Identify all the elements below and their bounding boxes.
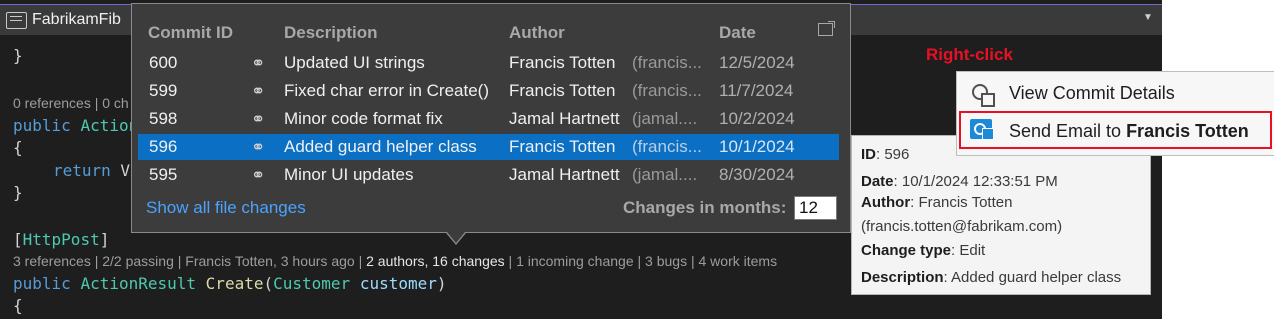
commit-row[interactable]: 599 Fixed char error in Create() Francis T… (138, 78, 839, 104)
commit-date: 10/1/2024 (719, 137, 795, 156)
commit-author-email: (jamal.... (632, 109, 698, 128)
right-click-annotation: Right-click (926, 45, 1013, 64)
commit-icon: ⚭ (251, 166, 266, 185)
code-line: } (13, 46, 23, 65)
header-date[interactable]: Date (719, 23, 756, 43)
commit-date: 12/5/2024 (719, 53, 795, 72)
type-name: ActionResult (80, 274, 197, 293)
code-line: } (13, 183, 23, 202)
commit-row[interactable]: 598 Minor code format fix Jamal Hartnett (j… (138, 106, 839, 132)
keyword: return (53, 161, 111, 180)
codelens-tests[interactable]: 2/2 passing (102, 253, 174, 269)
commit-description: Added guard helper class (284, 137, 477, 156)
commit-author-email: (francis... (632, 137, 702, 156)
changes-in-months-input[interactable] (794, 196, 837, 220)
commit-author: Francis Totten (509, 137, 616, 156)
file-tab-title[interactable]: FabrikamFib (32, 11, 121, 29)
commit-author: Francis Totten (509, 81, 616, 100)
send-email-prefix: Send Email to (1009, 121, 1127, 141)
header-description[interactable]: Description (284, 23, 378, 43)
commit-tooltip: ID: 596 Date: 10/1/2024 12:33:51 PM Auth… (851, 135, 1151, 295)
commit-description: Minor code format fix (284, 109, 443, 128)
commit-date: 8/30/2024 (719, 165, 795, 184)
code-text: V (110, 161, 131, 180)
tooltip-date-value: : 10/1/2024 12:33:51 PM (893, 173, 1058, 190)
commit-author: Jamal Hartnett (509, 109, 620, 128)
commit-id: 598 (149, 109, 178, 128)
code-line: { (13, 138, 23, 157)
code-line: [HttpPost] (13, 230, 110, 249)
commit-details-icon (972, 84, 995, 107)
commit-author-email: (francis... (632, 81, 702, 100)
chevron-down-icon[interactable]: ▼ (1143, 12, 1153, 23)
commit-author-email: (jamal.... (632, 165, 698, 184)
commit-id: 596 (149, 137, 178, 156)
codelens-authors-changes[interactable]: 2 authors, 16 changes (366, 253, 505, 269)
commit-author: Francis Totten (509, 53, 616, 72)
commit-id: 600 (149, 53, 178, 72)
tooltip-id-label: ID (861, 146, 876, 163)
commit-row[interactable]: 595 Minor UI updates Jamal Hartnett (jamal.… (138, 162, 839, 188)
commit-description: Minor UI updates (284, 165, 414, 184)
keyword: public (13, 274, 71, 293)
commit-author-email: (francis... (632, 53, 702, 72)
commit-date: 11/7/2024 (719, 81, 794, 100)
menu-item-label: Send Email to Francis Totten (1009, 121, 1249, 142)
codelens-last-change[interactable]: Francis Totten, 3 hours ago (185, 253, 354, 269)
type-name: Customer (273, 274, 351, 293)
commit-icon: ⚭ (251, 138, 266, 157)
method-name: Create (205, 274, 264, 293)
context-menu: View Commit Details Send Email to Franci… (956, 71, 1274, 156)
code-line: { (13, 296, 23, 315)
codelens-bugs[interactable]: 3 bugs (645, 253, 687, 269)
commit-author: Jamal Hartnett (509, 165, 620, 184)
commit-row[interactable]: 596 Added guard helper class Francis Totte… (138, 134, 839, 160)
code-line: public Action (13, 116, 138, 135)
file-icon (6, 12, 27, 29)
commit-history-popup: Commit ID Description Author Date 600 Upd… (131, 3, 851, 245)
type-name: Action (80, 116, 139, 135)
tooltip-date-label: Date (861, 173, 894, 190)
commit-description: Fixed char error in Create() (284, 81, 490, 100)
commit-description: Updated UI strings (284, 53, 425, 72)
commit-row[interactable]: 600 Updated UI strings Francis Totten (fran… (138, 50, 839, 76)
codelens-references[interactable]: 3 references (13, 253, 91, 269)
popout-icon[interactable] (818, 21, 835, 36)
tooltip-change-value: : Edit (951, 242, 986, 259)
tooltip-id-value: : 596 (876, 146, 910, 163)
send-email-icon (970, 119, 994, 140)
menu-item-view-commit-details[interactable]: View Commit Details (957, 74, 1274, 112)
send-email-recipient: Francis Totten (1126, 121, 1249, 141)
keyword: public (13, 116, 71, 135)
tooltip-email: (francis.totten@fabrikam.com) (861, 218, 1063, 235)
commit-id: 595 (149, 165, 178, 184)
show-all-file-changes-link[interactable]: Show all file changes (146, 198, 306, 218)
tooltip-change-label: Change type (861, 242, 952, 259)
header-commit-id[interactable]: Commit ID (148, 23, 233, 43)
codelens-bar: 3 references | 2/2 passing | Francis Tot… (13, 253, 778, 269)
commit-icon: ⚭ (251, 82, 266, 101)
codelens-top[interactable]: 0 references | 0 ch (13, 95, 129, 111)
popup-pointer (446, 232, 466, 245)
commit-icon: ⚭ (251, 54, 266, 73)
menu-item-label: View Commit Details (1009, 83, 1175, 103)
code-line: return V (53, 161, 130, 180)
codelens-work-items[interactable]: 4 work items (699, 253, 778, 269)
parameter-name: customer (359, 274, 437, 293)
commit-icon: ⚭ (251, 110, 266, 129)
tooltip-author-label: Author (861, 194, 911, 211)
codelens-incoming[interactable]: 1 incoming change (516, 253, 634, 269)
tooltip-author-value: : Francis Totten (910, 194, 1013, 211)
tooltip-description-value: : Added guard helper class (943, 269, 1122, 286)
tooltip-description-label: Description (861, 269, 944, 286)
commit-date: 10/2/2024 (719, 109, 795, 128)
commit-id: 599 (149, 81, 178, 100)
changes-in-months-label: Changes in months: (623, 198, 787, 217)
code-line: public ActionResult Create(Customer cust… (13, 274, 447, 293)
header-author[interactable]: Author (509, 23, 565, 43)
menu-item-send-email[interactable]: Send Email to Francis Totten (959, 111, 1272, 149)
attribute-name: HttpPost (22, 230, 100, 249)
